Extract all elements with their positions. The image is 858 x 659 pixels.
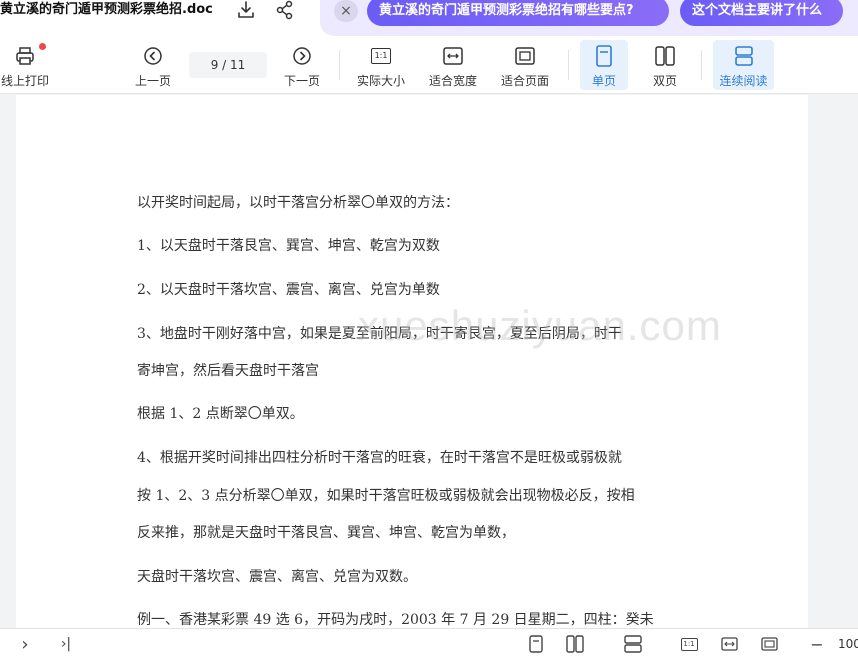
download-icon[interactable] [236, 0, 256, 20]
ai-suggestion-button-2[interactable]: 这个文档主要讲了什么 [680, 0, 843, 26]
printer-icon [14, 44, 36, 68]
next-page-icon [292, 44, 312, 68]
actual-size-icon: 1:1 [371, 44, 391, 68]
watermark: xueshuziyuan.com [358, 302, 722, 349]
document-viewport[interactable]: 以开奖时间起局，以时干落宫分析翠〇单双的方法： 1、以天盘时干落艮宫、巽宫、坤宫… [0, 95, 858, 628]
actual-size-label: 实际大小 [356, 74, 405, 88]
toolbar-divider [339, 50, 340, 80]
single-page-label: 单页 [591, 74, 616, 88]
paragraph: 2、以天盘时干落坎宫、震宫、离宫、兑宫为单数 [137, 282, 440, 298]
page-number-input[interactable]: 9 / 11 [189, 52, 267, 78]
continuous-read-label: 连续阅读 [719, 74, 768, 88]
fit-width-icon [443, 44, 463, 68]
paragraph: 以开奖时间起局，以时干落宫分析翠〇单双的方法： [137, 195, 459, 211]
single-page-button[interactable]: 单页 [580, 40, 628, 90]
paragraph: 例一、香港某彩票 49 选 6，开码为戌时，2003 年 7 月 29 日星期二… [137, 612, 654, 628]
last-page-icon[interactable]: ›| [56, 633, 76, 655]
reader-toolbar: 线上打印 上一页 9 / 11 下一页 1:1 实际大小 适合宽度 适合页面 单… [0, 36, 858, 94]
paragraph: 寄坤宫，然后看天盘时干落宫 [137, 363, 319, 379]
continuous-view-icon[interactable] [623, 633, 643, 655]
prev-page-label: 上一页 [134, 74, 171, 88]
double-page-view-icon[interactable] [565, 633, 585, 655]
continuous-read-button[interactable]: 连续阅读 [713, 40, 774, 90]
zoom-level[interactable]: 100 [838, 633, 858, 655]
status-bar: › ›| 1:1 − 100 [0, 628, 858, 659]
next-page-arrow-icon[interactable]: › [18, 633, 32, 655]
title-bar: 黄立溪的奇门遁甲预测彩票绝招.doc × 黄立溪的奇门遁甲预测彩票绝招有哪些要点… [0, 0, 858, 36]
toolbar-divider [701, 50, 702, 80]
continuous-read-icon [734, 44, 754, 68]
fit-page-label: 适合页面 [500, 74, 549, 88]
fit-page-icon[interactable] [760, 633, 778, 655]
paragraph: 反来推，那就是天盘时干落艮宫、巽宫、坤宫、乾宫为单数， [137, 525, 515, 541]
zoom-out-button[interactable]: − [810, 633, 824, 655]
fit-width-label: 适合宽度 [428, 74, 477, 88]
toolbar-divider [568, 50, 569, 80]
actual-size-icon-text: 1:1 [371, 48, 391, 64]
document-title: 黄立溪的奇门遁甲预测彩票绝招.doc [0, 2, 213, 17]
notification-dot [39, 43, 46, 50]
ai-suggestion-button-1[interactable]: 黄立溪的奇门遁甲预测彩票绝招有哪些要点? [367, 0, 669, 26]
single-page-icon [595, 44, 613, 68]
fit-page-button[interactable]: 适合页面 [496, 40, 554, 90]
fit-page-icon [515, 44, 535, 68]
prev-page-button[interactable]: 上一页 [128, 40, 178, 90]
next-page-button[interactable]: 下一页 [277, 40, 327, 90]
paragraph: 4、根据开奖时间排出四柱分析时干落宫的旺衰，在时干落宫不是旺极或弱极就 [137, 450, 622, 466]
paragraph: 根据 1、2 点断翠〇单双。 [137, 406, 304, 422]
actual-size-button[interactable]: 1:1 实际大小 [352, 40, 410, 90]
ai-panel-close-button[interactable]: × [334, 0, 358, 22]
paragraph: 1、以天盘时干落艮宫、巽宫、坤宫、乾宫为双数 [137, 238, 440, 254]
document-page: 以开奖时间起局，以时干落宫分析翠〇单双的方法： 1、以天盘时干落艮宫、巽宫、坤宫… [16, 95, 808, 628]
paragraph: 天盘时干落坎宫、震宫、离宫、兑宫为双数。 [137, 569, 417, 585]
single-page-view-icon[interactable] [527, 633, 545, 655]
next-page-label: 下一页 [283, 74, 320, 88]
fit-width-icon[interactable] [720, 633, 738, 655]
double-page-icon [654, 44, 676, 68]
actual-size-icon-text: 1:1 [680, 637, 698, 651]
share-icon[interactable] [275, 0, 295, 20]
actual-size-icon[interactable]: 1:1 [680, 633, 698, 655]
double-page-label: 双页 [652, 74, 677, 88]
double-page-button[interactable]: 双页 [641, 40, 689, 90]
prev-page-icon [143, 44, 163, 68]
fit-width-button[interactable]: 适合宽度 [424, 40, 482, 90]
print-label: 线上打印 [0, 74, 49, 88]
paragraph: 按 1、2、3 点分析翠〇单双，如果时干落宫旺极或弱极就会出现物极必反，按相 [137, 488, 635, 504]
